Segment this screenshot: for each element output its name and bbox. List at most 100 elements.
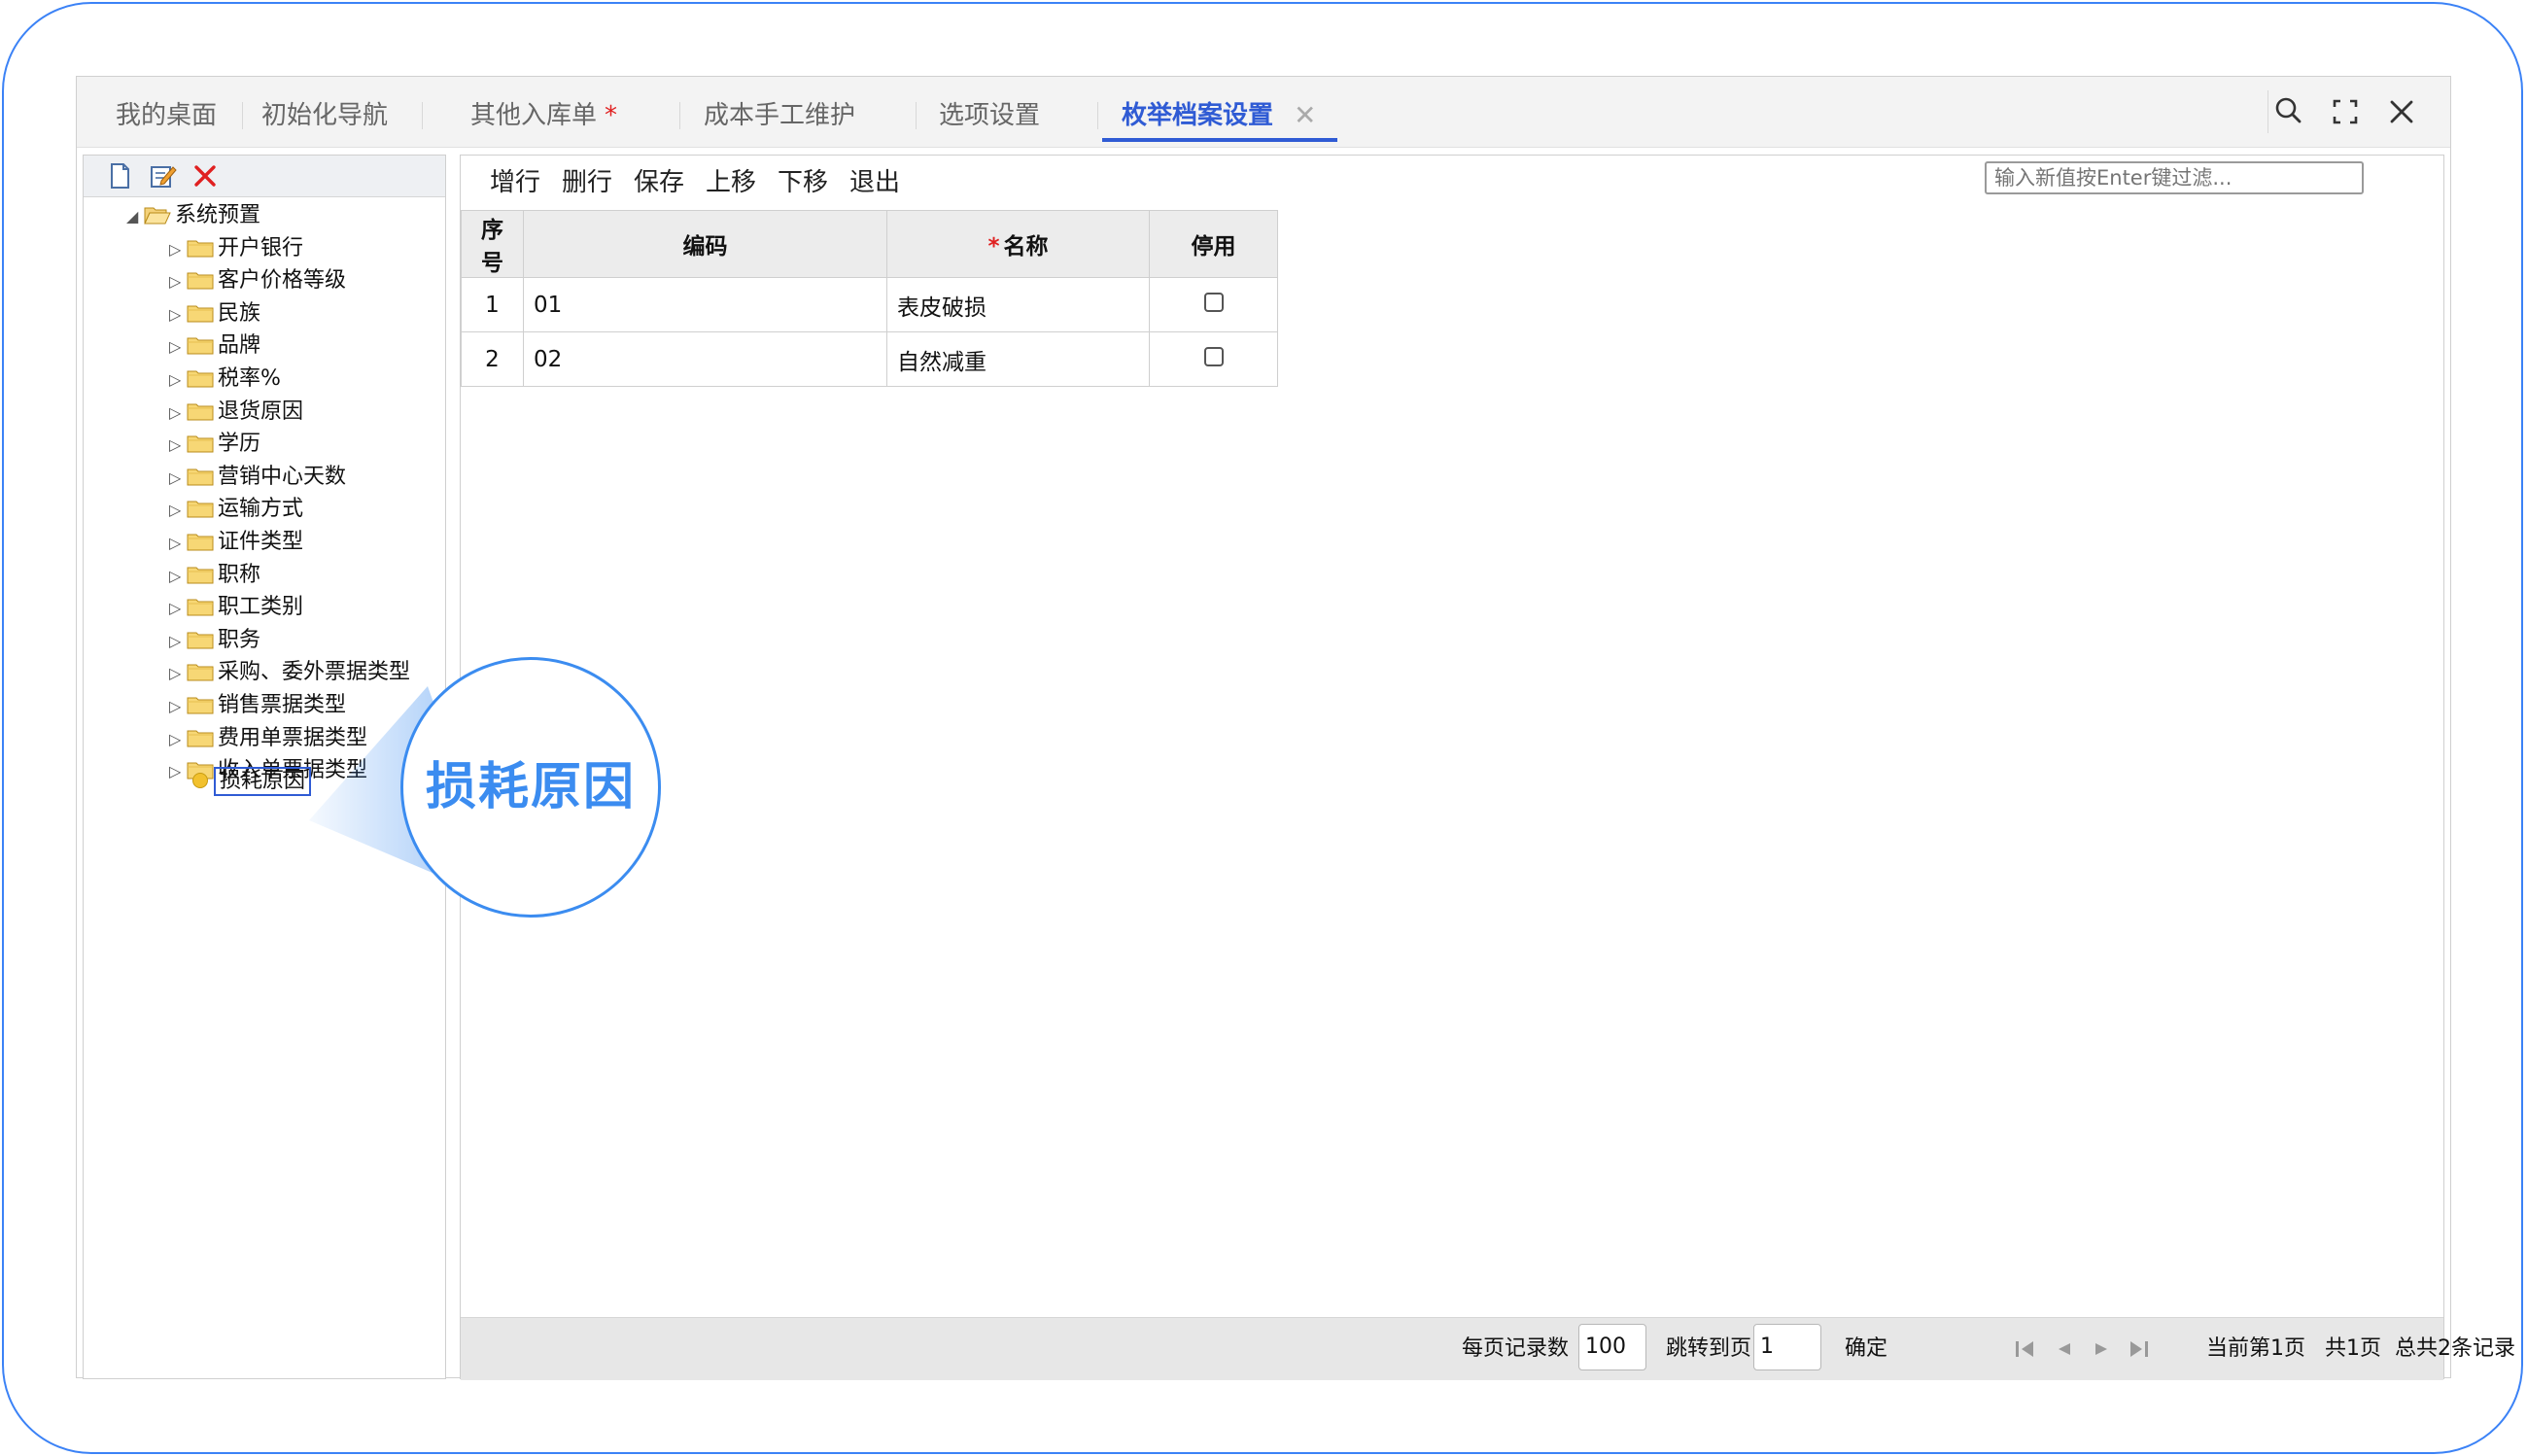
- expand-arrow-icon[interactable]: ▷: [169, 593, 187, 624]
- folder-icon: [187, 730, 214, 747]
- tree-node[interactable]: ▷ 运输方式: [169, 494, 303, 525]
- folder-icon: [187, 534, 214, 551]
- tab-cost-maintenance[interactable]: 成本手工维护: [704, 96, 855, 135]
- tab-label: 选项设置: [939, 101, 1041, 130]
- expand-arrow-icon[interactable]: ▷: [169, 756, 187, 787]
- expand-arrow-icon[interactable]: ▷: [169, 398, 187, 429]
- save-button[interactable]: 保存: [634, 165, 684, 200]
- active-tab-indicator: [1102, 138, 1337, 142]
- edit-icon[interactable]: [148, 161, 177, 191]
- expand-arrow-icon[interactable]: ▷: [169, 364, 187, 396]
- tree-node[interactable]: ▷ 费用单票据类型: [169, 723, 367, 754]
- tree-node-label: 系统预置: [175, 203, 261, 227]
- close-icon[interactable]: [2382, 92, 2421, 131]
- expand-arrow-icon[interactable]: ▷: [169, 495, 187, 526]
- tree-node[interactable]: ▷ 民族: [169, 298, 260, 329]
- expand-arrow-icon[interactable]: ▷: [169, 331, 187, 363]
- tree-node[interactable]: ▷ 证件类型: [169, 527, 303, 558]
- move-down-button[interactable]: 下移: [778, 165, 828, 200]
- folder-icon: [187, 435, 214, 453]
- cell-name[interactable]: 自然减重: [886, 331, 1150, 387]
- expand-arrow-icon[interactable]: ▷: [169, 430, 187, 461]
- tree-node[interactable]: ▷ 开户银行: [169, 233, 303, 264]
- folder-icon: [187, 272, 214, 290]
- tab-init-nav[interactable]: 初始化导航: [261, 96, 388, 135]
- cell-code[interactable]: 02: [523, 331, 887, 387]
- tree-node-label: 学历: [218, 432, 261, 457]
- tab-label: 其他入库单: [470, 101, 598, 130]
- tree-node-label: 费用单票据类型: [218, 725, 368, 750]
- expand-arrow-icon[interactable]: ▷: [169, 266, 187, 297]
- filter-input[interactable]: [1985, 161, 2364, 194]
- tab-label: 我的桌面: [116, 101, 218, 130]
- tab-divider: [679, 102, 680, 129]
- first-page-icon[interactable]: [2012, 1335, 2039, 1363]
- tab-label: 枚举档案设置: [1122, 101, 1274, 130]
- move-up-button[interactable]: 上移: [706, 165, 756, 200]
- new-doc-icon[interactable]: [105, 161, 134, 191]
- expand-arrow-icon[interactable]: ▷: [169, 561, 187, 592]
- confirm-button[interactable]: 确定: [1845, 1335, 1887, 1364]
- disabled-checkbox[interactable]: [1203, 346, 1224, 366]
- delete-row-button[interactable]: 删行: [562, 165, 612, 200]
- tree-node[interactable]: ▷ 客户价格等级: [169, 265, 346, 296]
- tree-node-label: 客户价格等级: [218, 268, 347, 294]
- tree-node[interactable]: ▷ 税率%: [169, 364, 281, 395]
- expand-arrow-icon[interactable]: ▷: [169, 463, 187, 494]
- tree-node[interactable]: ▷ 品牌: [169, 330, 260, 362]
- grid-toolbar: 增行 删行 保存 上移 下移 退出: [461, 156, 2443, 210]
- enum-content-panel: 增行 删行 保存 上移 下移 退出 序号 编码 *名称 停用 1 01: [460, 155, 2515, 1380]
- expand-arrow-icon[interactable]: ▷: [169, 299, 187, 330]
- tab-close-icon[interactable]: ✕: [1294, 96, 1316, 135]
- next-page-icon[interactable]: [2088, 1335, 2115, 1363]
- tree-node[interactable]: ▷ 职称: [169, 560, 260, 591]
- delete-icon[interactable]: [190, 161, 220, 191]
- expand-arrow-icon[interactable]: ▷: [169, 691, 187, 722]
- tree-node-loss-reason[interactable]: 损耗原因: [192, 766, 312, 797]
- folder-icon: [187, 305, 214, 323]
- tree-node[interactable]: ▷ 采购、委外票据类型: [169, 657, 410, 688]
- tree-root-system-preset[interactable]: ◢ 系统预置: [126, 200, 260, 231]
- search-icon[interactable]: [2269, 92, 2308, 131]
- tree-node-label: 税率%: [218, 366, 281, 391]
- tree-node-label: 运输方式: [218, 497, 304, 522]
- per-page-input[interactable]: 100: [1578, 1324, 1646, 1370]
- col-name-label: 名称: [1003, 234, 1049, 260]
- exit-button[interactable]: 退出: [849, 165, 900, 200]
- tree-node-label: 职工类别: [218, 595, 304, 620]
- folder-icon: [187, 599, 214, 616]
- tree-node[interactable]: ▷ 销售票据类型: [169, 690, 346, 721]
- expand-arrow-icon[interactable]: ▷: [169, 234, 187, 265]
- tab-enum-archive[interactable]: 枚举档案设置: [1122, 96, 1273, 135]
- fullscreen-icon[interactable]: [2326, 92, 2365, 131]
- table-row[interactable]: 1 01 表皮破损: [461, 277, 1278, 332]
- tree-node[interactable]: ▷ 营销中心天数: [169, 462, 346, 493]
- add-row-button[interactable]: 增行: [490, 165, 540, 200]
- collapse-arrow-icon[interactable]: ◢: [126, 201, 144, 232]
- cell-name[interactable]: 表皮破损: [886, 277, 1150, 332]
- folder-icon: [187, 403, 214, 421]
- expand-arrow-icon[interactable]: ▷: [169, 658, 187, 689]
- tree-toolbar: [84, 156, 445, 197]
- jump-page-input[interactable]: 1: [1753, 1324, 1821, 1370]
- last-page-icon[interactable]: [2125, 1335, 2152, 1363]
- tab-other-inbound[interactable]: 其他入库单 *: [470, 96, 617, 135]
- tab-options[interactable]: 选项设置: [939, 96, 1040, 135]
- tab-my-desktop[interactable]: 我的桌面: [116, 96, 217, 135]
- table-row[interactable]: 2 02 自然减重: [461, 331, 1278, 387]
- window-controls-divider: [2267, 90, 2268, 133]
- expand-arrow-icon[interactable]: ▷: [169, 626, 187, 657]
- tree-node-label: 开户银行: [218, 235, 304, 260]
- tree-node[interactable]: ▷ 退货原因: [169, 397, 303, 428]
- disabled-checkbox[interactable]: [1203, 292, 1224, 312]
- tree-node-label: 营销中心天数: [218, 464, 347, 489]
- expand-arrow-icon[interactable]: ▷: [169, 724, 187, 755]
- tree-node[interactable]: ▷ 职务: [169, 625, 260, 656]
- magnifier-callout: 损耗原因: [400, 657, 661, 918]
- prev-page-icon[interactable]: [2051, 1335, 2078, 1363]
- tree-node[interactable]: ▷ 职工类别: [169, 592, 303, 623]
- expand-arrow-icon[interactable]: ▷: [169, 528, 187, 559]
- cell-code[interactable]: 01: [523, 277, 887, 332]
- tree-node[interactable]: ▷ 学历: [169, 429, 260, 460]
- folder-icon: [187, 501, 214, 518]
